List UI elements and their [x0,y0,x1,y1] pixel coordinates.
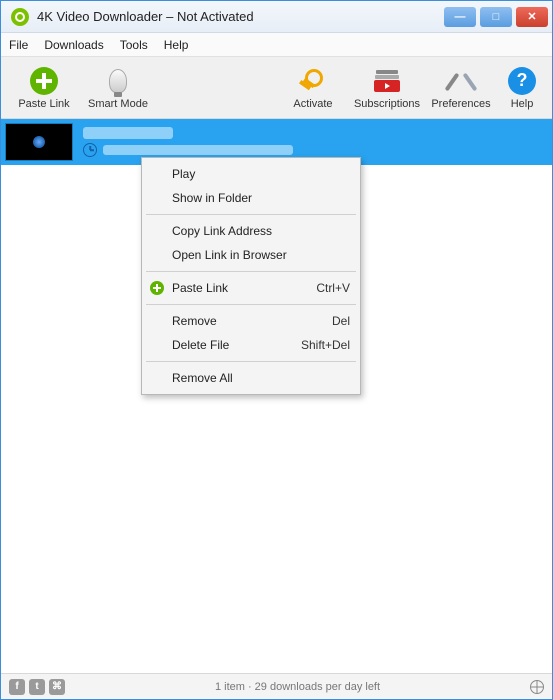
context-separator [146,361,356,362]
context-paste-link[interactable]: Paste Link Ctrl+V [144,276,358,300]
context-paste-shortcut: Ctrl+V [316,281,350,295]
download-list: Play Show in Folder Copy Link Address Op… [1,119,552,673]
context-remove-label: Remove [172,314,217,328]
menu-file[interactable]: File [9,38,28,52]
maximize-button[interactable]: □ [480,7,512,27]
status-bar: f t ⌘ 1 item · 29 downloads per day left [1,673,552,699]
activate-label: Activate [293,98,332,110]
preferences-button[interactable]: Preferences [424,59,498,117]
paste-link-label: Paste Link [18,98,69,110]
video-thumbnail [5,123,73,161]
globe-icon[interactable] [530,680,544,694]
key-icon [301,69,325,93]
window-title: 4K Video Downloader – Not Activated [35,9,444,24]
twitter-icon[interactable]: t [29,679,45,695]
context-copy-link-label: Copy Link Address [172,224,272,238]
context-remove-all[interactable]: Remove All [144,366,358,390]
subscriptions-label: Subscriptions [354,98,420,110]
context-open-browser-label: Open Link in Browser [172,248,287,262]
preferences-label: Preferences [431,98,490,110]
context-play-label: Play [172,167,195,181]
context-menu: Play Show in Folder Copy Link Address Op… [141,157,361,395]
context-remove-all-label: Remove All [172,371,233,385]
close-button[interactable]: ✕ [516,7,548,27]
status-text: 1 item · 29 downloads per day left [65,681,530,693]
context-paste-label: Paste Link [172,281,228,295]
context-open-browser[interactable]: Open Link in Browser [144,243,358,267]
instagram-icon[interactable]: ⌘ [49,679,65,695]
toolbar: Paste Link Smart Mode Activate Subscript… [1,57,552,119]
download-item-meta [83,127,293,157]
menu-bar: File Downloads Tools Help [1,33,552,57]
context-delete-file-shortcut: Shift+Del [301,338,350,352]
clock-icon [83,143,97,157]
title-bar: 4K Video Downloader – Not Activated — □ … [1,1,552,33]
context-remove[interactable]: Remove Del [144,309,358,333]
context-separator [146,271,356,272]
facebook-icon[interactable]: f [9,679,25,695]
tools-icon [448,68,474,94]
plus-icon [150,281,164,295]
context-delete-file-label: Delete File [172,338,229,352]
download-item-subtitle [103,145,293,155]
menu-tools[interactable]: Tools [120,38,148,52]
app-window: 4K Video Downloader – Not Activated — □ … [0,0,553,700]
context-copy-link[interactable]: Copy Link Address [144,219,358,243]
context-separator [146,304,356,305]
activate-button[interactable]: Activate [276,59,350,117]
download-item-title [83,127,173,139]
help-icon: ? [508,67,536,95]
context-show-folder-label: Show in Folder [172,191,252,205]
menu-help[interactable]: Help [164,38,189,52]
bulb-icon [109,69,127,93]
help-button[interactable]: ? Help [498,59,546,117]
minimize-button[interactable]: — [444,7,476,27]
subscriptions-button[interactable]: Subscriptions [350,59,424,117]
smart-mode-label: Smart Mode [88,98,148,110]
context-delete-file[interactable]: Delete File Shift+Del [144,333,358,357]
paste-link-button[interactable]: Paste Link [7,59,81,117]
subscriptions-icon [374,70,400,92]
context-play[interactable]: Play [144,162,358,186]
help-label: Help [511,98,534,110]
context-remove-shortcut: Del [332,314,350,328]
context-show-folder[interactable]: Show in Folder [144,186,358,210]
plus-icon [30,67,58,95]
context-separator [146,214,356,215]
app-icon [11,8,29,26]
smart-mode-button[interactable]: Smart Mode [81,59,155,117]
menu-downloads[interactable]: Downloads [44,38,103,52]
